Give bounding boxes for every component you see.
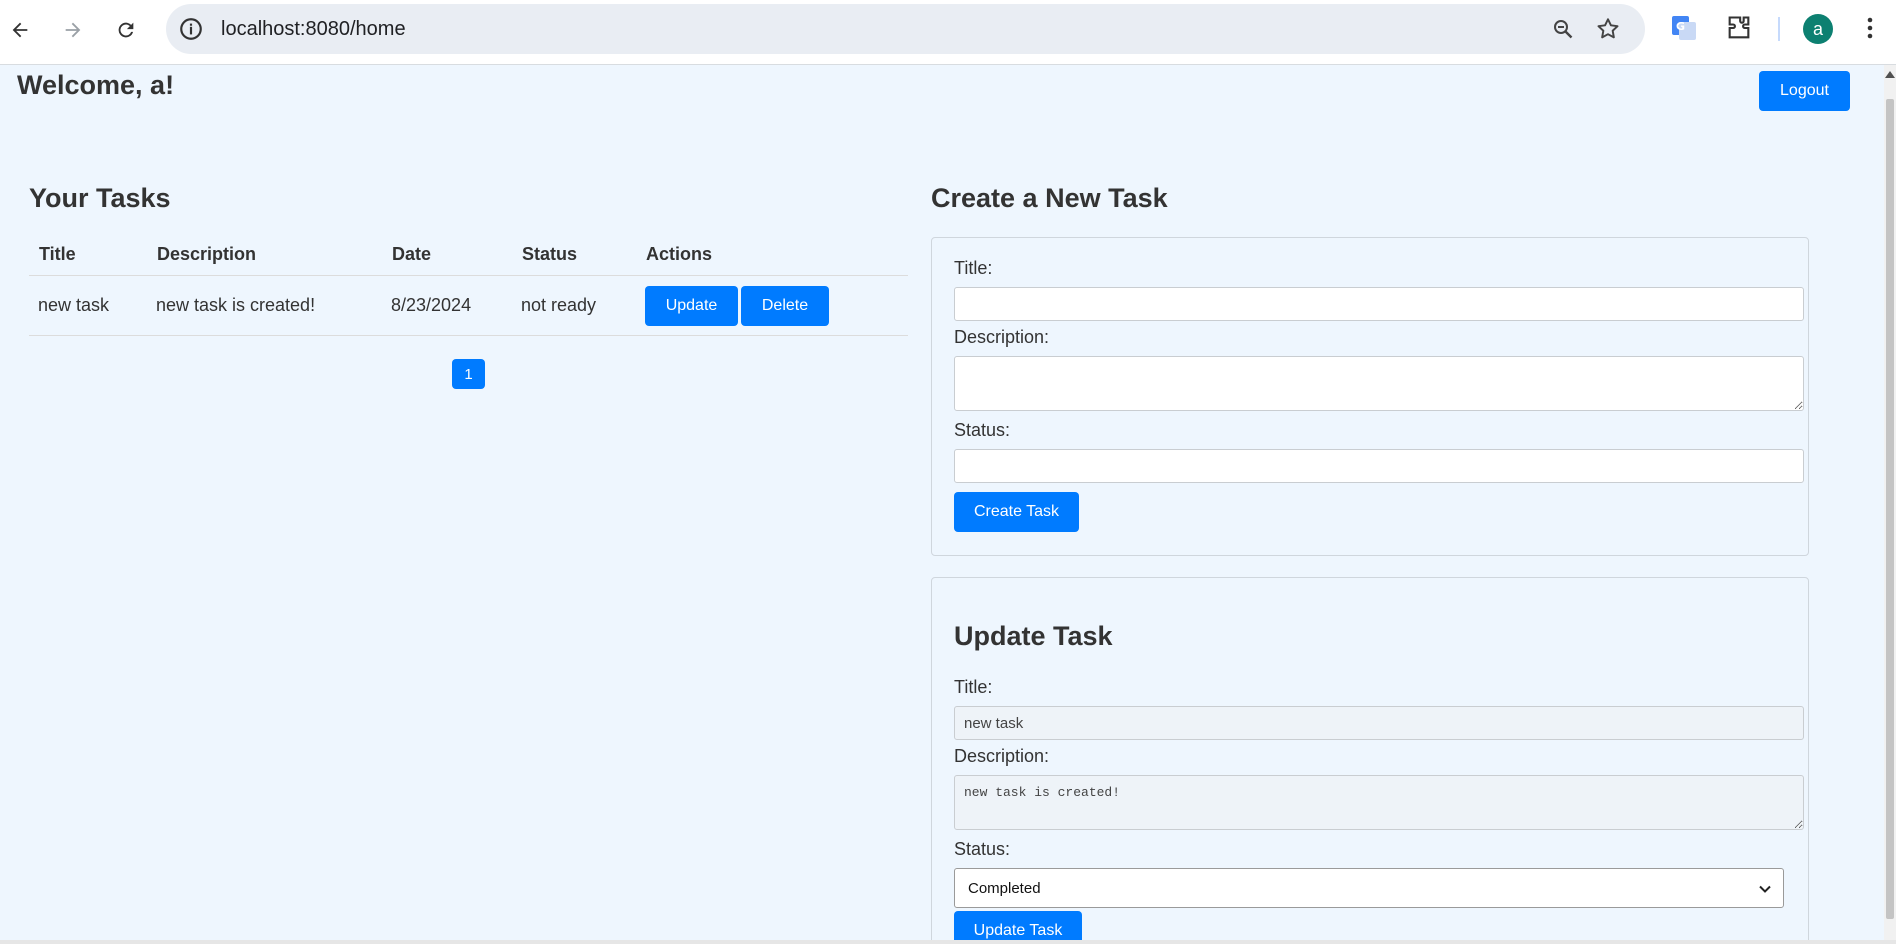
- delete-task-button[interactable]: Delete: [741, 285, 829, 326]
- pagination-page-1[interactable]: 1: [452, 359, 485, 389]
- back-arrow-icon: [12, 22, 28, 38]
- tasks-table: Title Description Date Status Actions ne…: [29, 233, 908, 336]
- zoom-icon[interactable]: [1551, 17, 1575, 41]
- extensions-puzzle-icon[interactable]: [1725, 14, 1753, 42]
- update-status-select[interactable]: Completed: [954, 868, 1784, 908]
- table-header-row: Title Description Date Status Actions: [29, 233, 908, 276]
- toolbar-divider: [1778, 17, 1780, 41]
- bookmark-star-icon[interactable]: [1595, 16, 1621, 42]
- forward-arrow-icon: [65, 22, 81, 38]
- browser-menu-icon[interactable]: [1860, 14, 1880, 42]
- column-header-status: Status: [512, 233, 636, 276]
- update-status-label: Status:: [954, 839, 1011, 859]
- page-scrollbar[interactable]: [1884, 65, 1896, 940]
- create-description-textarea[interactable]: [954, 356, 1804, 411]
- reload-button[interactable]: [108, 12, 144, 48]
- column-header-date: Date: [382, 233, 512, 276]
- chevron-down-icon: [1759, 885, 1771, 893]
- task-date-cell: 8/23/2024: [382, 275, 512, 336]
- table-row: new task new task is created! 8/23/2024 …: [29, 275, 908, 336]
- create-title-label: Title:: [954, 258, 993, 278]
- task-status-cell: not ready: [512, 275, 636, 336]
- update-title-label: Title:: [954, 677, 993, 697]
- create-task-heading: Create a New Task: [931, 183, 1168, 213]
- create-task-button[interactable]: Create Task: [954, 492, 1079, 532]
- column-header-actions: Actions: [636, 233, 908, 276]
- logout-button[interactable]: Logout: [1759, 71, 1850, 111]
- url-text[interactable]: localhost:8080/home: [221, 18, 406, 41]
- page-content: Welcome, a! Logout Your Tasks Title Desc…: [0, 65, 1884, 940]
- create-task-form: Title: Description: Status: Create Task: [931, 237, 1809, 556]
- update-task-submit-button[interactable]: Update Task: [954, 911, 1082, 940]
- window-bottom-edge: [0, 940, 1896, 944]
- site-info-icon[interactable]: [178, 16, 204, 42]
- create-title-input[interactable]: [954, 287, 1804, 321]
- scroll-up-arrow-icon[interactable]: [1885, 71, 1895, 78]
- update-title-input[interactable]: [954, 706, 1804, 740]
- svg-text:G: G: [1676, 20, 1685, 33]
- translate-extension-icon[interactable]: G: [1670, 14, 1698, 42]
- welcome-heading: Welcome, a!: [17, 70, 175, 100]
- column-header-description: Description: [147, 233, 382, 276]
- reload-icon: [118, 22, 134, 38]
- create-description-label: Description:: [954, 327, 1050, 347]
- address-bar[interactable]: localhost:8080/home: [166, 4, 1645, 54]
- update-description-label: Description:: [954, 746, 1050, 766]
- update-description-textarea[interactable]: new task is created!: [954, 775, 1804, 830]
- update-task-heading: Update Task: [954, 621, 1113, 651]
- task-description-cell: new task is created!: [147, 275, 382, 336]
- update-task-form: Update Task Title: Description: new task…: [931, 577, 1809, 940]
- create-status-input[interactable]: [954, 449, 1804, 483]
- column-header-title: Title: [29, 233, 147, 276]
- back-button[interactable]: [2, 12, 38, 48]
- create-status-label: Status:: [954, 420, 1011, 440]
- scrollbar-thumb[interactable]: [1886, 99, 1894, 919]
- browser-toolbar: localhost:8080/home G a: [0, 0, 1896, 65]
- profile-avatar[interactable]: a: [1803, 14, 1833, 44]
- task-title-cell: new task: [29, 275, 147, 336]
- forward-button[interactable]: [55, 12, 91, 48]
- tasks-heading: Your Tasks: [29, 183, 171, 213]
- task-actions-cell: Update Delete: [636, 275, 908, 336]
- status-selected-value: Completed: [968, 880, 1041, 897]
- update-task-button[interactable]: Update: [645, 285, 738, 326]
